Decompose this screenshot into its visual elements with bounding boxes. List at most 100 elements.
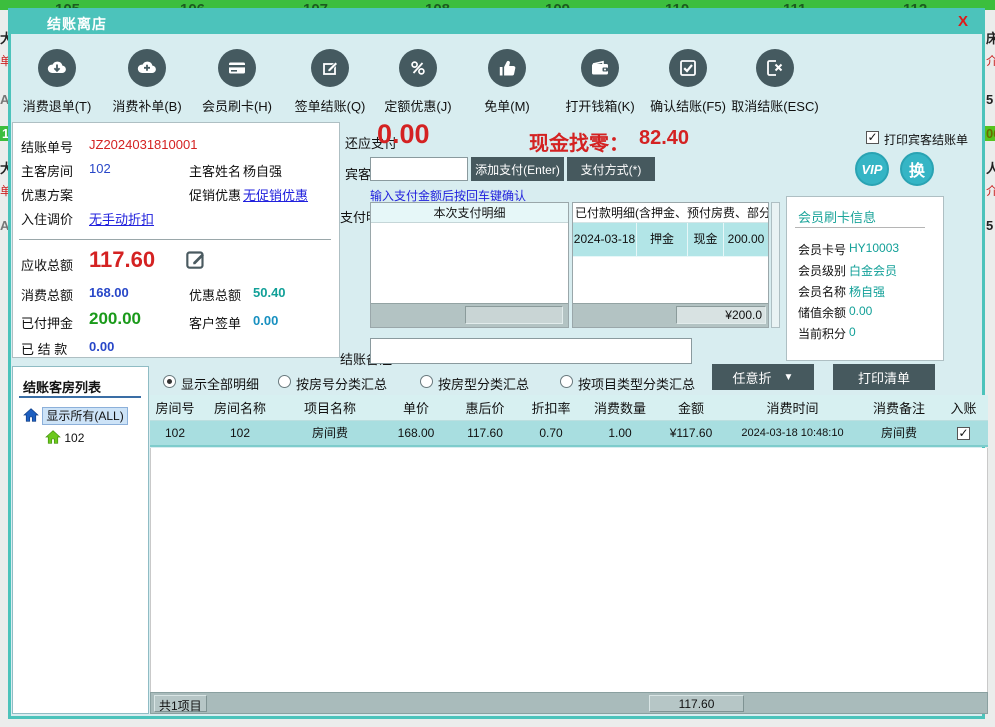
payment-method-button[interactable]: 支付方式(*) [567, 157, 655, 181]
bill-no-value: JZ2024031810001 [89, 137, 197, 152]
toolbar-button-open-drawer[interactable]: 打开钱箱(K) [552, 49, 648, 127]
print-bill-checkbox[interactable] [866, 131, 879, 144]
tree-item-label[interactable]: 102 [64, 431, 84, 445]
radio-group-by-room-type[interactable] [420, 375, 433, 388]
add-payment-button[interactable]: 添加支付(Enter) [471, 157, 564, 181]
promo-label: 促销优惠 [189, 185, 241, 204]
toolbar-button-sign-bill[interactable]: 签单结账(Q) [282, 49, 378, 127]
due-value: 0.00 [377, 119, 430, 150]
toolbar-button-confirm-checkout[interactable]: 确认结账(F5) [640, 49, 736, 127]
pay-amount-input[interactable] [370, 157, 468, 181]
paid-list-scrollbar[interactable] [771, 202, 780, 328]
grid-cell-discount-rate: 0.70 [518, 420, 584, 446]
receivable-value: 117.60 [89, 247, 155, 273]
vip-badge[interactable]: VIP [855, 152, 889, 186]
toolbar-button-free-bill[interactable]: 免单(M) [459, 49, 555, 127]
bg-fragment: 5 [986, 218, 995, 233]
toolbar-label: 打开钱箱(K) [552, 96, 648, 115]
checkout-dialog: 结账离店 X 消费退单(T) 消费补单(B) 会员刷卡(H) 签单结账(Q) 定… [8, 8, 985, 719]
divider [795, 227, 925, 228]
grid-header: 金额 [656, 395, 726, 420]
paid-list-footer: ¥200.0 [573, 303, 768, 327]
grid-header: 折扣率 [518, 395, 584, 420]
toolbar-button-addorder[interactable]: 消费补单(B) [99, 49, 195, 127]
grid-cell-time: 2024-03-18 10:48:10 [726, 420, 859, 446]
settled-value: 0.00 [89, 339, 114, 354]
paid-type-cell: 押金 [637, 223, 688, 257]
remark-input[interactable] [370, 338, 692, 364]
discount-value: 50.40 [253, 285, 286, 300]
toolbar-label: 取消结账(ESC) [727, 96, 823, 115]
tree-item-show-all[interactable]: 显示所有(ALL) [23, 407, 128, 424]
room-label: 主客房间 [21, 161, 73, 180]
toolbar-label: 消费补单(B) [99, 96, 195, 115]
promo-link[interactable]: 无促销优惠 [243, 185, 308, 204]
grid-cell-remark: 房间费 [859, 420, 939, 446]
bg-fragment: 06 [985, 126, 995, 141]
toolbar-button-fixed-discount[interactable]: 定额优惠(J) [370, 49, 466, 127]
radio-group-by-room-no[interactable] [278, 375, 291, 388]
tree-item-label[interactable]: 显示所有(ALL) [42, 407, 127, 425]
radio-label[interactable]: 按房号分类汇总 [296, 374, 387, 393]
member-field-value: 杨自强 [849, 283, 885, 300]
paid-list-row[interactable]: 2024-03-18 押金 现金 200.00 [573, 223, 768, 257]
grid-row[interactable]: 102 102 房间费 168.00 117.60 0.70 1.00 ¥117… [150, 420, 988, 446]
receivable-label: 应收总额 [21, 255, 73, 274]
current-payment-list-footer [371, 303, 568, 327]
current-payment-total-box [465, 306, 563, 324]
toolbar-label: 定额优惠(J) [370, 96, 466, 115]
plan-label: 优惠方案 [21, 185, 73, 204]
screen: { "window": { "title": "结账离店", "close_la… [0, 0, 995, 727]
member-field-label: 会员卡号 [798, 241, 846, 258]
consume-label: 消费总额 [21, 285, 73, 304]
cancel-x-icon [756, 49, 794, 87]
paid-list-header: 已付款明细(含押金、预付房费、部分 [573, 203, 768, 223]
print-list-button[interactable]: 打印清单 [833, 364, 935, 390]
grid-cell-item-name: 房间费 [280, 420, 380, 446]
toolbar-button-member-card[interactable]: 会员刷卡(H) [189, 49, 285, 127]
any-discount-button[interactable]: 任意折 ▼ [712, 364, 814, 390]
bill-no-label: 结账单号 [21, 137, 73, 156]
radio-label[interactable]: 显示全部明细 [181, 374, 259, 393]
row-posted-checkbox[interactable] [957, 427, 970, 440]
radio-show-all-detail[interactable] [163, 375, 176, 388]
cloud-plus-icon [128, 49, 166, 87]
guest-value: 杨自强 [243, 161, 282, 180]
paid-total-box: ¥200.0 [676, 306, 766, 324]
print-bill-label: 打印宾客结账单 [884, 131, 968, 148]
edit-amount-icon[interactable] [183, 246, 209, 272]
dialog-title-bar[interactable]: 结账离店 X [11, 11, 982, 34]
radio-label[interactable]: 按项目类型分类汇总 [578, 374, 695, 393]
toolbar-label: 免单(M) [459, 96, 555, 115]
radio-label[interactable]: 按房型分类汇总 [438, 374, 529, 393]
bill-summary-panel: 结账单号 JZ2024031810001 主客房间 102 主客姓名 杨自强 优… [12, 122, 340, 358]
any-discount-label: 任意折 [733, 368, 772, 387]
toolbar-label: 消费退单(T) [9, 96, 105, 115]
grid-cell-amount: ¥117.60 [656, 420, 726, 446]
sign-value: 0.00 [253, 313, 278, 328]
grid-header: 惠后价 [452, 395, 518, 420]
toolbar-button-refund[interactable]: 消费退单(T) [9, 49, 105, 127]
adjust-link[interactable]: 无手动折扣 [89, 209, 154, 228]
grid-footer-total: 117.60 [649, 695, 744, 712]
current-payment-list[interactable]: 本次支付明细 [370, 202, 569, 328]
grid-header: 项目名称 [280, 395, 380, 420]
grid-cell-room-no: 102 [150, 420, 200, 446]
swap-card-badge[interactable]: 换 [900, 152, 934, 186]
member-field-value: HY10003 [849, 241, 899, 255]
paid-list[interactable]: 已付款明细(含押金、预付房费、部分 2024-03-18 押金 现金 200.0… [572, 202, 769, 328]
bg-fragment: 介: [986, 182, 995, 199]
radio-group-by-item-type[interactable] [560, 375, 573, 388]
adjust-label: 入住调价 [21, 209, 73, 228]
tree-item-room-102[interactable]: 102 [45, 430, 84, 445]
toolbar-button-cancel-checkout[interactable]: 取消结账(ESC) [727, 49, 823, 127]
guest-label: 主客姓名 [189, 161, 241, 180]
bg-fragment: 人 [986, 158, 995, 177]
thumb-up-icon [488, 49, 526, 87]
consume-value: 168.00 [89, 285, 129, 300]
member-field-value: 白金会员 [849, 262, 897, 279]
member-field-label: 储值余额 [798, 304, 846, 321]
paid-date-cell: 2024-03-18 [573, 223, 637, 257]
grid-empty-body[interactable] [150, 448, 988, 692]
close-icon[interactable]: X [958, 13, 968, 30]
